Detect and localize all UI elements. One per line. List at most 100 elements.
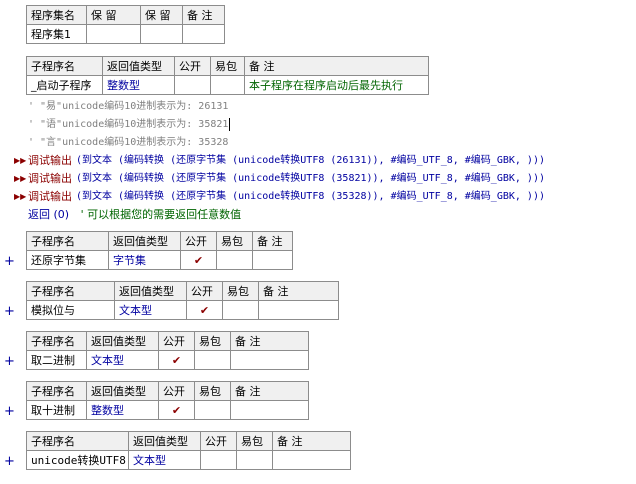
assembly-name-cell[interactable]: 程序集1	[26, 24, 87, 44]
table-cell[interactable]	[182, 24, 225, 44]
col-header: 公开	[200, 431, 237, 451]
sub-table: 子程序名 返回值类型 公开 易包 备 注 取二进制 文本型 ✔	[26, 331, 309, 370]
easypkg-cell[interactable]	[194, 400, 231, 420]
plus-icon[interactable]: +	[4, 405, 15, 419]
col-header: 备 注	[258, 281, 339, 301]
public-cell[interactable]	[200, 450, 237, 470]
col-header: 备 注	[230, 331, 309, 351]
col-header: 备 注	[252, 231, 293, 251]
comment-text: ' "易"unicode编码10进制表示为: 26131	[28, 101, 229, 112]
col-header: 子程序名	[26, 381, 87, 401]
col-header: 返回值类型	[114, 281, 187, 301]
easypkg-cell[interactable]	[222, 300, 259, 320]
text-cursor	[229, 117, 231, 131]
col-header: 备 注	[272, 431, 351, 451]
check-icon[interactable]: ✔	[186, 300, 223, 320]
sub-table: 子程序名 返回值类型 公开 易包 备 注 还原字节集 字节集 ✔	[26, 231, 293, 270]
check-icon[interactable]: ✔	[180, 250, 217, 270]
col-header: 公开	[180, 231, 217, 251]
debug-args: (到文本 (编码转换 (还原字节集 (unicode转换UTF8 (26131)…	[76, 155, 545, 166]
col-header: 备 注	[230, 381, 309, 401]
remark-cell[interactable]	[252, 250, 293, 270]
col-header: 易包	[194, 381, 231, 401]
easypkg-cell[interactable]	[210, 75, 245, 95]
debug-func: 调试输出	[28, 172, 72, 185]
code-debug-line[interactable]: ▶▶ 调试输出 (到文本 (编码转换 (还原字节集 (unicode转换UTF8…	[0, 170, 636, 188]
plus-icon[interactable]: +	[4, 355, 15, 369]
comment-text: ' "言"unicode编码10进制表示为: 35328	[28, 137, 229, 148]
sub-name-cell[interactable]: 取二进制	[26, 350, 87, 370]
startup-sub-table: 子程序名 返回值类型 公开 易包 备 注 _启动子程序 整数型 本子程序在程序启…	[26, 56, 429, 95]
col-header: 公开	[158, 331, 195, 351]
return-comment: ' 可以根据您的需要返回任意数值	[80, 208, 242, 221]
debug-args: (到文本 (编码转换 (还原字节集 (unicode转换UTF8 (35328)…	[76, 191, 545, 202]
remark-cell[interactable]	[272, 450, 351, 470]
col-header: 返回值类型	[102, 56, 175, 76]
col-header: 易包	[236, 431, 273, 451]
plus-icon[interactable]: +	[4, 455, 15, 469]
public-cell[interactable]	[174, 75, 211, 95]
code-debug-line[interactable]: ▶▶ 调试输出 (到文本 (编码转换 (还原字节集 (unicode转换UTF8…	[0, 188, 636, 206]
table-cell[interactable]	[140, 24, 183, 44]
remark-cell[interactable]: 本子程序在程序启动后最先执行	[244, 75, 429, 95]
col-header: 易包	[210, 56, 245, 76]
debug-func: 调试输出	[28, 154, 72, 167]
comment-text: ' "语"unicode编码10进制表示为: 35821	[28, 119, 229, 130]
remark-cell[interactable]	[258, 300, 339, 320]
return-type-cell[interactable]: 字节集	[108, 250, 181, 270]
plus-icon[interactable]: +	[4, 305, 15, 319]
col-header: 公开	[158, 381, 195, 401]
remark-cell[interactable]	[230, 400, 309, 420]
debug-args: (到文本 (编码转换 (还原字节集 (unicode转换UTF8 (35821)…	[76, 173, 545, 184]
code-comment-line[interactable]: ' "易"unicode编码10进制表示为: 26131	[28, 98, 228, 116]
check-icon[interactable]: ✔	[158, 400, 195, 420]
col-header: 程序集名	[26, 5, 87, 25]
assembly-table: 程序集名 保 留 保 留 备 注 程序集1	[26, 5, 225, 44]
return-type-cell[interactable]: 整数型	[102, 75, 175, 95]
arrow-icon: ▶▶	[14, 156, 27, 165]
sub-table: 子程序名 返回值类型 公开 易包 备 注 unicode转换UTF8 文本型	[26, 431, 351, 470]
return-type-cell[interactable]: 文本型	[86, 350, 159, 370]
col-header: 返回值类型	[86, 331, 159, 351]
col-header: 备 注	[244, 56, 429, 76]
col-header: 子程序名	[26, 331, 87, 351]
col-header: 易包	[194, 331, 231, 351]
col-header: 易包	[222, 281, 259, 301]
col-header: 返回值类型	[86, 381, 159, 401]
col-header: 公开	[174, 56, 211, 76]
return-type-cell[interactable]: 文本型	[114, 300, 187, 320]
sub-name-cell[interactable]: 还原字节集	[26, 250, 109, 270]
col-header: 易包	[216, 231, 253, 251]
sub-name-cell[interactable]: 取十进制	[26, 400, 87, 420]
col-header: 保 留	[86, 5, 141, 25]
col-header: 子程序名	[26, 281, 115, 301]
easypkg-cell[interactable]	[216, 250, 253, 270]
plus-icon[interactable]: +	[4, 255, 15, 269]
easypkg-cell[interactable]	[194, 350, 231, 370]
sub-name-cell[interactable]: unicode转换UTF8	[26, 450, 129, 470]
check-icon[interactable]: ✔	[158, 350, 195, 370]
return-type-cell[interactable]: 整数型	[86, 400, 159, 420]
code-return-line[interactable]: 返回 (0) ' 可以根据您的需要返回任意数值	[28, 206, 241, 224]
col-header: 返回值类型	[128, 431, 201, 451]
col-header: 子程序名	[26, 56, 103, 76]
col-header: 子程序名	[26, 231, 109, 251]
col-header: 备 注	[182, 5, 225, 25]
arrow-icon: ▶▶	[14, 174, 27, 183]
sub-table: 子程序名 返回值类型 公开 易包 备 注 模拟位与 文本型 ✔	[26, 281, 339, 320]
code-debug-line[interactable]: ▶▶ 调试输出 (到文本 (编码转换 (还原字节集 (unicode转换UTF8…	[0, 152, 636, 170]
col-header: 返回值类型	[108, 231, 181, 251]
col-header: 子程序名	[26, 431, 129, 451]
table-cell[interactable]	[86, 24, 141, 44]
col-header: 保 留	[140, 5, 183, 25]
sub-name-cell[interactable]: _启动子程序	[26, 75, 103, 95]
code-comment-line[interactable]: ' "言"unicode编码10进制表示为: 35328	[28, 134, 228, 152]
easypkg-cell[interactable]	[236, 450, 273, 470]
arrow-icon: ▶▶	[14, 192, 27, 201]
return-type-cell[interactable]: 文本型	[128, 450, 201, 470]
col-header: 公开	[186, 281, 223, 301]
remark-cell[interactable]	[230, 350, 309, 370]
code-comment-line[interactable]: ' "语"unicode编码10进制表示为: 35821	[28, 116, 231, 134]
return-statement: 返回 (0)	[28, 208, 70, 221]
sub-name-cell[interactable]: 模拟位与	[26, 300, 115, 320]
